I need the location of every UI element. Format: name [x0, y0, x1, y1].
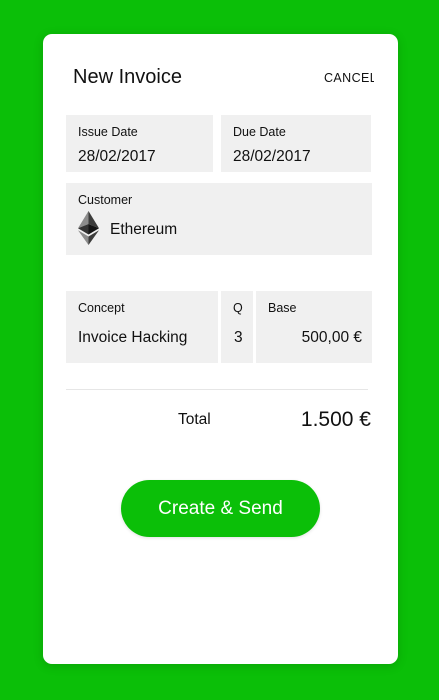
base-label: Base [268, 301, 297, 315]
concept-field[interactable]: Concept Invoice Hacking [66, 291, 218, 363]
issue-date-label: Issue Date [78, 125, 138, 139]
customer-value: Ethereum [110, 221, 178, 238]
issue-date-field[interactable]: Issue Date 28/02/2017 [66, 115, 213, 172]
quantity-value: 3 [234, 329, 243, 346]
concept-value: Invoice Hacking [78, 329, 188, 346]
concept-label: Concept [78, 301, 125, 315]
issue-date-value: 28/02/2017 [78, 148, 156, 165]
invoice-card: New Invoice CANCEL Issue Date 28/02/2017… [43, 34, 398, 664]
customer-label: Customer [78, 193, 133, 207]
base-value: 500,00 € [301, 329, 362, 346]
due-date-value: 28/02/2017 [233, 148, 311, 165]
divider [66, 389, 368, 390]
quantity-field[interactable]: Q 3 [221, 291, 253, 363]
create-send-button[interactable]: Create & Send [121, 480, 320, 537]
ethereum-icon [78, 211, 99, 245]
page-title: New Invoice [73, 66, 182, 88]
total-label: Total [178, 411, 211, 428]
quantity-label: Q [233, 301, 243, 315]
due-date-label: Due Date [233, 125, 286, 139]
total-value: 1.500 € [300, 408, 371, 431]
cancel-button[interactable]: CANCEL [324, 71, 374, 85]
due-date-field[interactable]: Due Date 28/02/2017 [221, 115, 371, 172]
base-field[interactable]: Base 500,00 € [256, 291, 372, 363]
customer-field[interactable]: Customer Ethereum [66, 183, 372, 255]
